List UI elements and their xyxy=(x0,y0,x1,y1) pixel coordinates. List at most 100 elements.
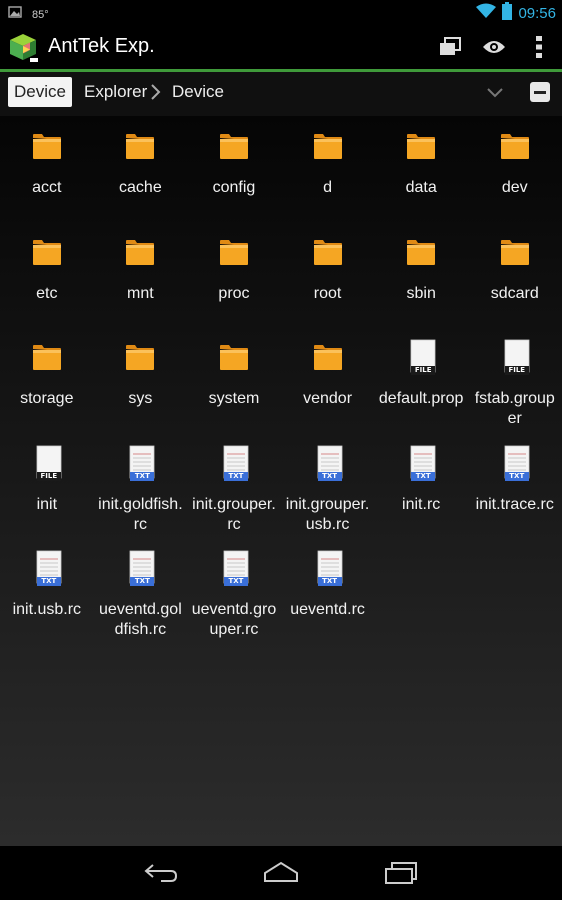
file-item[interactable]: TXT ueventd.grouper.rc xyxy=(187,546,281,652)
file-name-label: root xyxy=(313,284,342,302)
file-name-label: mnt xyxy=(127,284,154,302)
text-file-icon: TXT xyxy=(401,443,441,483)
file-name-label: system xyxy=(208,390,260,407)
file-name-label: init.grouper.rc xyxy=(192,495,276,533)
folder-item[interactable]: dev xyxy=(468,124,562,230)
file-item[interactable]: TXT init.rc xyxy=(374,441,468,547)
file-name-label: acct xyxy=(32,179,62,196)
folder-item[interactable]: vendor xyxy=(281,335,375,441)
text-file-icon: TXT xyxy=(120,548,160,588)
file-name-label: data xyxy=(405,179,437,196)
folder-item[interactable]: storage xyxy=(0,335,94,441)
text-file-icon: TXT xyxy=(214,548,254,588)
file-name-label: init.rc xyxy=(402,495,441,513)
folder-item[interactable]: sbin xyxy=(374,230,468,336)
app-title: AntTek Exp. xyxy=(48,35,155,57)
folder-item[interactable]: etc xyxy=(0,230,94,336)
windows-icon[interactable] xyxy=(436,33,464,61)
folder-icon xyxy=(495,232,535,272)
folder-icon xyxy=(401,126,441,166)
file-name-label: init xyxy=(36,495,58,513)
folder-icon xyxy=(214,126,254,166)
folder-item[interactable]: sdcard xyxy=(468,230,562,336)
folder-icon xyxy=(27,337,67,377)
file-name-label: dev xyxy=(501,179,528,196)
file-name-label: ueventd.rc xyxy=(290,601,365,618)
file-item[interactable]: TXT init.grouper.usb.rc xyxy=(281,441,375,547)
file-type-badge: TXT xyxy=(509,471,525,480)
file-item[interactable]: TXT init.usb.rc xyxy=(0,546,94,652)
app-logo-icon[interactable] xyxy=(8,32,38,62)
text-file-icon: TXT xyxy=(308,548,348,588)
text-file-icon: TXT xyxy=(308,443,348,483)
file-name-label: ueventd.grouper.rc xyxy=(191,601,277,638)
folder-item[interactable]: sys xyxy=(94,335,188,441)
breadcrumb-item-device[interactable]: Device xyxy=(172,82,224,102)
navigation-bar xyxy=(0,846,562,900)
file-name-label: init.grouper.usb.rc xyxy=(285,495,370,533)
breadcrumb-item-explorer[interactable]: Explorer xyxy=(84,82,147,102)
eye-icon[interactable] xyxy=(480,33,508,61)
generic-file-icon: FILE xyxy=(495,337,535,377)
folder-icon xyxy=(214,337,254,377)
file-name-label: sbin xyxy=(406,284,436,302)
file-type-badge: FILE xyxy=(508,366,526,374)
file-type-badge: FILE xyxy=(40,471,58,480)
file-grid: acct cache config d data dev etc mnt proc root sbi… xyxy=(0,124,562,652)
file-grid-area[interactable]: acct cache config d data dev etc mnt proc root sbi… xyxy=(0,116,562,846)
file-item[interactable]: TXT ueventd.rc xyxy=(281,546,375,652)
generic-file-icon: FILE xyxy=(27,443,67,483)
folder-item[interactable]: root xyxy=(281,230,375,336)
file-item[interactable]: FILE init xyxy=(0,441,94,547)
file-item[interactable]: FILE fstab.grouper xyxy=(468,335,562,441)
file-type-badge: TXT xyxy=(228,577,244,585)
image-notification-icon xyxy=(8,5,22,24)
file-item[interactable]: TXT init.goldfish.rc xyxy=(94,441,188,547)
chevron-right-icon xyxy=(150,83,162,101)
folder-item[interactable]: mnt xyxy=(94,230,188,336)
battery-icon xyxy=(502,2,513,25)
file-item[interactable]: TXT ueventd.goldfish.rc xyxy=(94,546,188,652)
chevron-down-icon[interactable] xyxy=(487,86,503,98)
file-item[interactable]: TXT init.grouper.rc xyxy=(187,441,281,547)
file-name-label: init.usb.rc xyxy=(12,601,82,618)
status-bar: 85° 09:56 xyxy=(0,0,562,25)
folder-icon xyxy=(27,126,67,166)
folder-item[interactable]: d xyxy=(281,124,375,230)
folder-icon xyxy=(120,126,160,166)
file-type-badge: TXT xyxy=(41,577,57,585)
text-file-icon: TXT xyxy=(495,443,535,483)
file-name-label: cache xyxy=(119,179,162,196)
back-icon[interactable] xyxy=(139,859,183,887)
recent-apps-icon[interactable] xyxy=(380,859,424,887)
folder-item[interactable]: data xyxy=(374,124,468,230)
action-bar: AntTek Exp. xyxy=(0,25,562,69)
file-item[interactable]: TXT init.trace.rc xyxy=(468,441,562,547)
folder-icon xyxy=(401,232,441,272)
file-name-label: config xyxy=(212,179,256,196)
breadcrumb: Device Explorer Device xyxy=(0,72,562,116)
folder-item[interactable]: config xyxy=(187,124,281,230)
collapse-minus-icon[interactable] xyxy=(530,82,550,102)
folder-icon xyxy=(27,232,67,272)
file-name-label: default.prop xyxy=(378,390,464,407)
device-root-button[interactable]: Device xyxy=(8,77,72,107)
file-item[interactable]: FILE default.prop xyxy=(374,335,468,441)
folder-item[interactable]: proc xyxy=(187,230,281,336)
file-name-label: storage xyxy=(20,390,74,407)
overflow-menu-icon[interactable] xyxy=(525,33,553,61)
home-icon[interactable] xyxy=(259,859,303,887)
file-name-label: init.trace.rc xyxy=(475,495,554,513)
file-name-label: fstab.grouper xyxy=(474,390,555,427)
temperature-text: 85° xyxy=(32,8,49,21)
text-file-icon: TXT xyxy=(27,548,67,588)
folder-item[interactable]: cache xyxy=(94,124,188,230)
file-name-label: d xyxy=(323,179,333,196)
folder-icon xyxy=(308,232,348,272)
clock: 09:56 xyxy=(518,5,556,22)
folder-icon xyxy=(214,232,254,272)
folder-icon xyxy=(120,232,160,272)
folder-item[interactable]: acct xyxy=(0,124,94,230)
folder-item[interactable]: system xyxy=(187,335,281,441)
file-type-badge: TXT xyxy=(228,471,244,480)
